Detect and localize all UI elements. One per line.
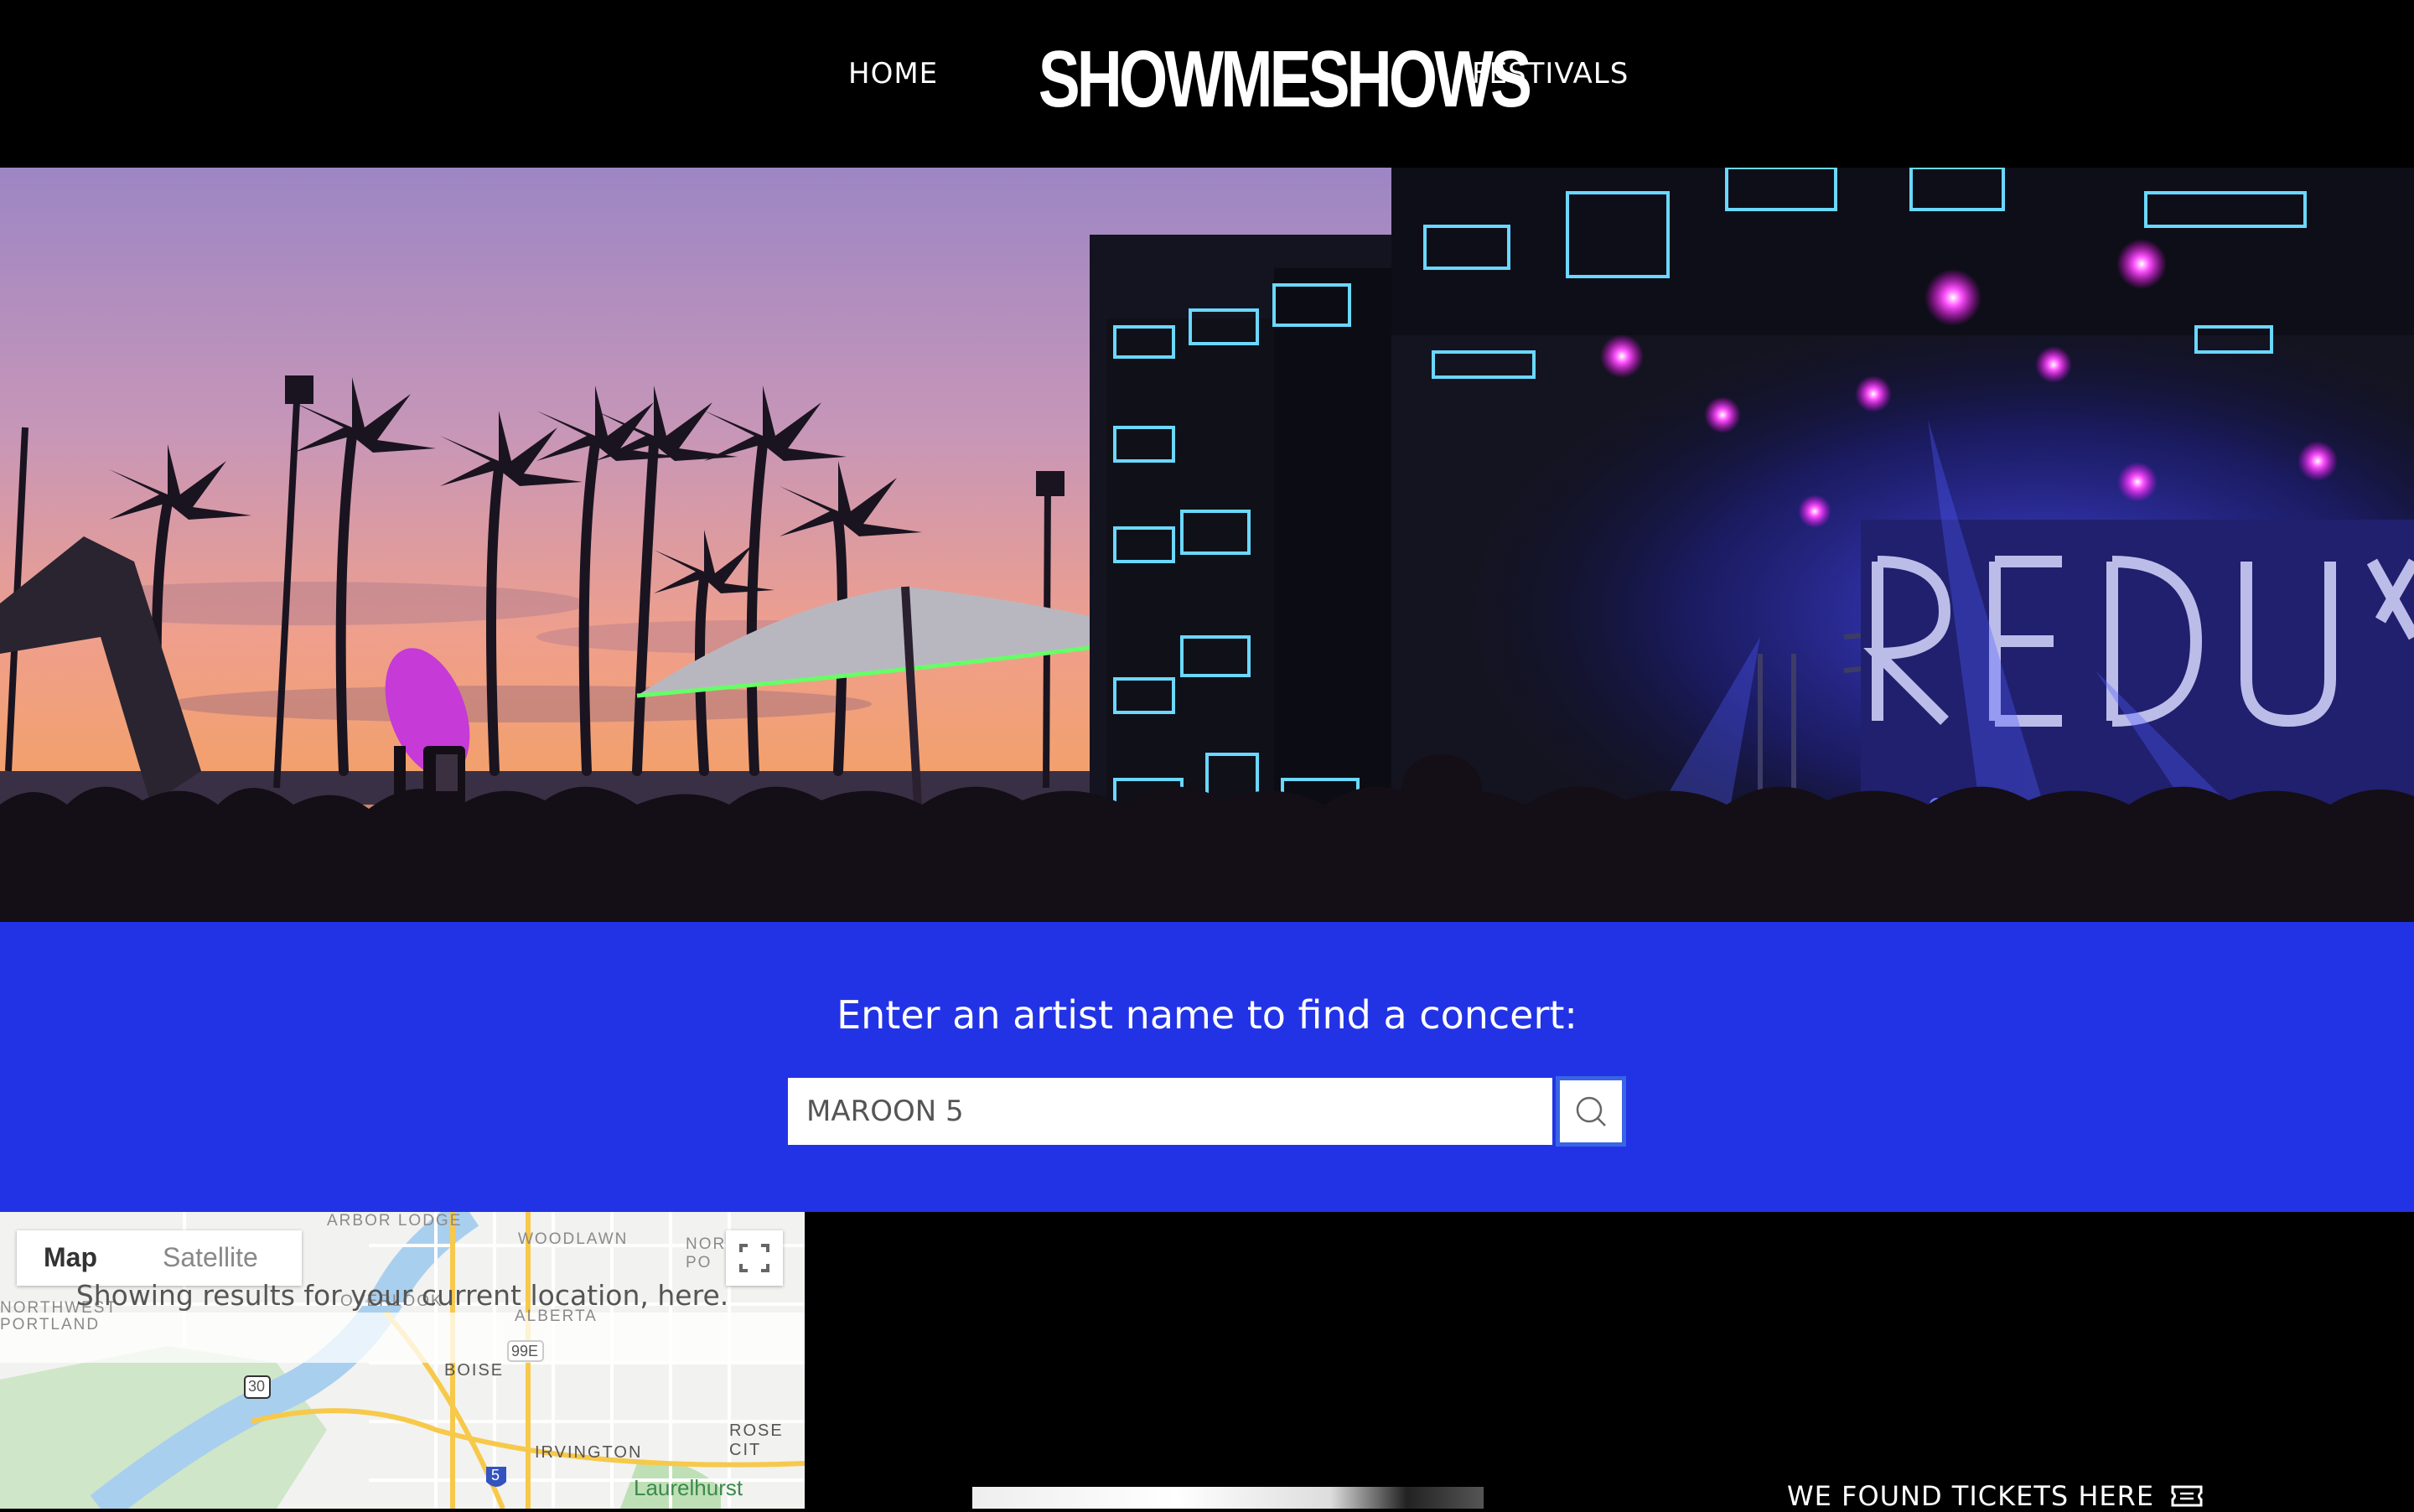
map-location-message: Showing results for your current locatio… xyxy=(75,1279,729,1312)
map-label-laurelhurst: Laurelhurst xyxy=(634,1475,743,1500)
search-section: Enter an artist name to find a concert: xyxy=(0,922,2414,1212)
fullscreen-icon xyxy=(739,1244,769,1272)
artist-search-input[interactable] xyxy=(788,1078,1552,1145)
nav-festivals-link[interactable]: FESTIVALS xyxy=(1472,57,1629,91)
map-label-portland: PORTLAND xyxy=(0,1316,101,1333)
search-icon xyxy=(1576,1096,1606,1126)
map-label-woodlawn: WOODLAWN xyxy=(518,1230,629,1248)
map-shield-30: 30 xyxy=(248,1378,266,1395)
map-label-arbor-lodge: ARBOR LODGE xyxy=(327,1212,463,1230)
map-fullscreen-button[interactable] xyxy=(726,1230,783,1286)
map-label-nor: NOR xyxy=(686,1235,727,1253)
search-button[interactable] xyxy=(1556,1076,1626,1147)
hero-image-concert xyxy=(0,168,2414,922)
map-shield-99e: 99E xyxy=(511,1343,539,1359)
tickets-link[interactable]: WE FOUND TICKETS HERE xyxy=(1787,1480,2204,1512)
map-label-po: PO xyxy=(686,1254,712,1271)
map-type-toggle: Map Satellite xyxy=(17,1230,302,1286)
map-label-rose-city: ROSE CIT xyxy=(729,1421,784,1459)
map-tab-satellite[interactable]: Satellite xyxy=(163,1242,258,1273)
artist-photo[interactable] xyxy=(972,1487,1484,1509)
site-logo[interactable]: SHOWMESHOWS xyxy=(1039,34,1532,126)
location-map[interactable]: ARBOR LODGE WOODLAWN NOR PO NORTHWEST PO… xyxy=(0,1212,805,1509)
nav-home-link[interactable]: HOME xyxy=(848,57,938,91)
top-navigation: HOME SHOWMESHOWS FESTIVALS xyxy=(0,0,2414,168)
map-label-boise: BOISE xyxy=(444,1361,505,1380)
search-heading: Enter an artist name to find a concert: xyxy=(837,992,1577,1038)
map-tab-map[interactable]: Map xyxy=(44,1242,97,1273)
results-panel xyxy=(805,1212,2414,1509)
tickets-link-label: WE FOUND TICKETS HERE xyxy=(1787,1480,2155,1512)
ticket-icon xyxy=(2171,1485,2203,1507)
hero-illustration xyxy=(0,168,2414,922)
map-shield-5: 5 xyxy=(491,1467,500,1484)
map-label-irvington: IRVINGTON xyxy=(535,1443,643,1462)
